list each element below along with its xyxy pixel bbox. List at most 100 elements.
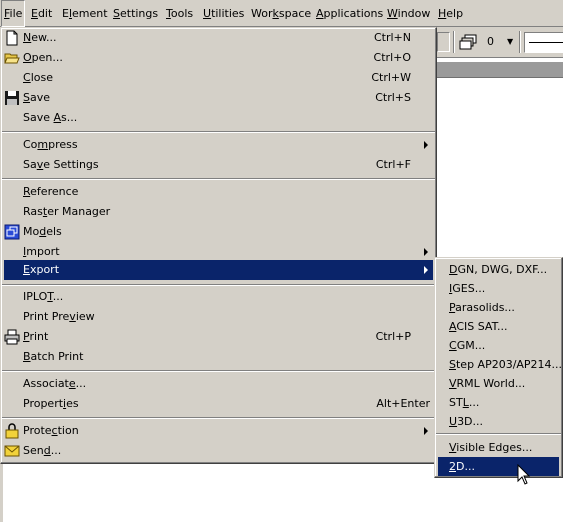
chevron-down-icon[interactable]: ▼ xyxy=(507,33,513,51)
line-style-dropdown[interactable] xyxy=(524,32,563,53)
menu-help[interactable]: Help xyxy=(436,0,465,27)
label-pre: Propert xyxy=(23,397,64,410)
export-item-parasolids[interactable]: Parasolids... xyxy=(438,298,559,317)
menu-label-post: dit xyxy=(37,7,53,20)
menu-item-export[interactable]: Export xyxy=(4,260,433,280)
export-item-cgm[interactable]: CGM... xyxy=(438,336,559,355)
label-post: pen... xyxy=(31,51,63,64)
label-pre: Save xyxy=(23,111,54,124)
label-key: N xyxy=(23,31,32,44)
menu-item-label: VRML World... xyxy=(449,374,525,393)
export-item-2d[interactable]: 2D... xyxy=(438,457,559,476)
export-submenu: DGN, DWG, DXF... IGES... Parasolids... A… xyxy=(434,257,563,478)
export-item-dgn-dwg-dxf[interactable]: DGN, DWG, DXF... xyxy=(438,260,559,279)
label-post: atch Print xyxy=(30,350,84,363)
label-pre: ST xyxy=(449,396,463,409)
menu-label-pre: Wor xyxy=(251,7,273,20)
menu-label-post: ement xyxy=(72,7,108,20)
toolbar-dropdown-button[interactable] xyxy=(437,32,450,52)
menu-item-properties[interactable]: Properties Alt+Enter xyxy=(4,394,433,414)
label-key: e xyxy=(68,377,76,390)
menu-label-post: indow xyxy=(397,7,431,20)
export-item-stl[interactable]: STL... xyxy=(438,393,559,412)
menu-item-send[interactable]: Send... xyxy=(4,441,433,461)
label-post: ... xyxy=(52,290,64,303)
label-pre: Sa xyxy=(23,158,37,171)
label-pre: Ras xyxy=(23,205,43,218)
export-item-visible-edges[interactable]: Visible Edges... xyxy=(438,438,559,457)
menu-item-label: Batch Print xyxy=(23,347,83,367)
export-item-step[interactable]: Step AP203/AP214... xyxy=(438,355,562,374)
file-menu: New... Ctrl+N Open... Ctrl+O Close Ctrl+… xyxy=(0,27,437,464)
menu-item-label: Print Preview xyxy=(23,307,95,327)
submenu-arrow-icon xyxy=(424,248,428,256)
label-pre: Mo xyxy=(23,225,40,238)
menu-tools[interactable]: Tools xyxy=(164,0,195,27)
menu-separator xyxy=(2,178,435,180)
menu-file[interactable]: File xyxy=(1,0,26,27)
menu-workspace[interactable]: Workspace xyxy=(249,0,313,27)
menu-item-save[interactable]: Save Ctrl+S xyxy=(4,88,433,108)
export-item-acis-sat[interactable]: ACIS SAT... xyxy=(438,317,559,336)
menu-item-raster-manager[interactable]: Raster Manager xyxy=(4,202,433,222)
label-post: er Manager xyxy=(47,205,111,218)
menu-item-save-as[interactable]: Save As... xyxy=(4,108,433,128)
new-document-icon xyxy=(6,30,18,46)
mouse-pointer-icon xyxy=(517,464,531,485)
menu-edit[interactable]: Edit xyxy=(29,0,54,27)
menu-item-label: Save xyxy=(23,88,50,108)
menu-item-import[interactable]: Import xyxy=(4,242,433,262)
menu-item-batch-print[interactable]: Batch Print xyxy=(4,347,433,367)
menu-settings[interactable]: Settings xyxy=(111,0,160,27)
menu-label-post: tilities xyxy=(211,7,245,20)
menu-item-associate[interactable]: Associate... xyxy=(4,374,433,394)
menu-item-new[interactable]: New... Ctrl+N xyxy=(4,28,433,48)
menu-element[interactable]: Element xyxy=(60,0,110,27)
menu-item-label: Models xyxy=(23,222,62,242)
menu-item-label: U3D... xyxy=(449,412,483,431)
menu-item-label: IPLOT... xyxy=(23,287,63,307)
menu-label-key: W xyxy=(387,7,398,20)
menu-label-post: space xyxy=(278,7,312,20)
menu-item-label: ACIS SAT... xyxy=(449,317,508,336)
menu-applications[interactable]: Applications xyxy=(314,0,385,27)
menu-item-shortcut: Ctrl+W xyxy=(371,71,411,84)
label-pre: Sen xyxy=(23,444,44,457)
menu-utilities[interactable]: Utilities xyxy=(201,0,246,27)
menu-item-protection[interactable]: Protection xyxy=(4,421,433,441)
menu-item-shortcut: Ctrl+F xyxy=(375,158,411,171)
menu-separator xyxy=(2,131,435,133)
layers-icon[interactable] xyxy=(459,33,479,51)
menu-label-post: elp xyxy=(446,7,464,20)
menu-item-print[interactable]: Print Ctrl+P xyxy=(4,327,433,347)
label-key: S xyxy=(23,91,30,104)
menu-item-reference[interactable]: Reference xyxy=(4,182,433,202)
menu-item-print-preview[interactable]: Print Preview xyxy=(4,307,433,327)
menu-item-label: Associate... xyxy=(23,374,86,394)
export-item-vrml-world[interactable]: VRML World... xyxy=(438,374,559,393)
label-post: iew xyxy=(75,310,95,323)
menu-item-close[interactable]: Close Ctrl+W xyxy=(4,68,433,88)
label-key: S xyxy=(449,358,456,371)
label-key: C xyxy=(23,71,31,84)
toolbar-separator xyxy=(519,31,521,53)
menu-item-label: Import xyxy=(23,242,60,262)
menu-item-label: Save As... xyxy=(23,108,77,128)
menu-label-key: A xyxy=(316,7,324,20)
menu-item-compress[interactable]: Compress xyxy=(4,135,433,155)
label-key: V xyxy=(449,377,457,390)
menu-item-models[interactable]: Models xyxy=(4,222,433,242)
menu-item-iplot[interactable]: IPLOT... xyxy=(4,287,433,307)
menu-item-label: Raster Manager xyxy=(23,202,110,222)
label-post: lose xyxy=(30,71,53,84)
menu-label-post: ile xyxy=(9,7,23,20)
menu-window[interactable]: Window xyxy=(385,0,432,27)
menu-item-label: 2D... xyxy=(449,457,475,476)
toolbar-separator xyxy=(453,31,455,53)
export-item-u3d[interactable]: U3D... xyxy=(438,412,559,431)
menu-item-save-settings[interactable]: Save Settings Ctrl+F xyxy=(4,155,433,175)
menu-item-open[interactable]: Open... Ctrl+O xyxy=(4,48,433,68)
export-item-iges[interactable]: IGES... xyxy=(438,279,559,298)
menu-separator xyxy=(2,370,435,372)
label-post: mport xyxy=(26,245,60,258)
